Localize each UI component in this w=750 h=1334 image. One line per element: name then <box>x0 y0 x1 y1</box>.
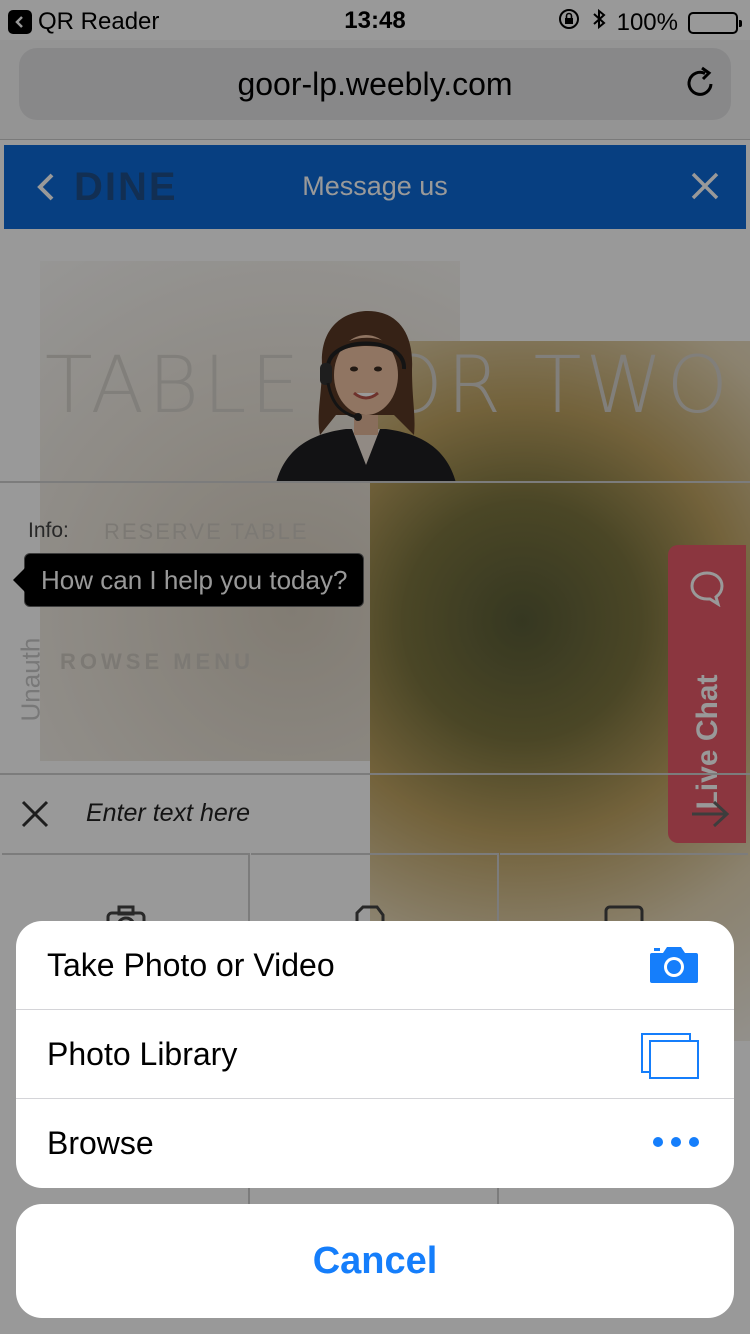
option-label: Browse <box>47 1125 154 1161</box>
action-sheet: Take Photo or Video Photo Library Browse <box>16 921 734 1188</box>
take-photo-option[interactable]: Take Photo or Video <box>16 921 734 1010</box>
option-label: Photo Library <box>47 1036 238 1072</box>
browse-option[interactable]: Browse <box>16 1099 734 1188</box>
option-label: Take Photo or Video <box>47 947 335 983</box>
more-dots-icon <box>652 1135 700 1154</box>
photo-library-option[interactable]: Photo Library <box>16 1010 734 1099</box>
camera-icon <box>648 943 700 990</box>
cancel-button[interactable]: Cancel <box>16 1204 734 1318</box>
photo-library-icon <box>640 1032 700 1085</box>
